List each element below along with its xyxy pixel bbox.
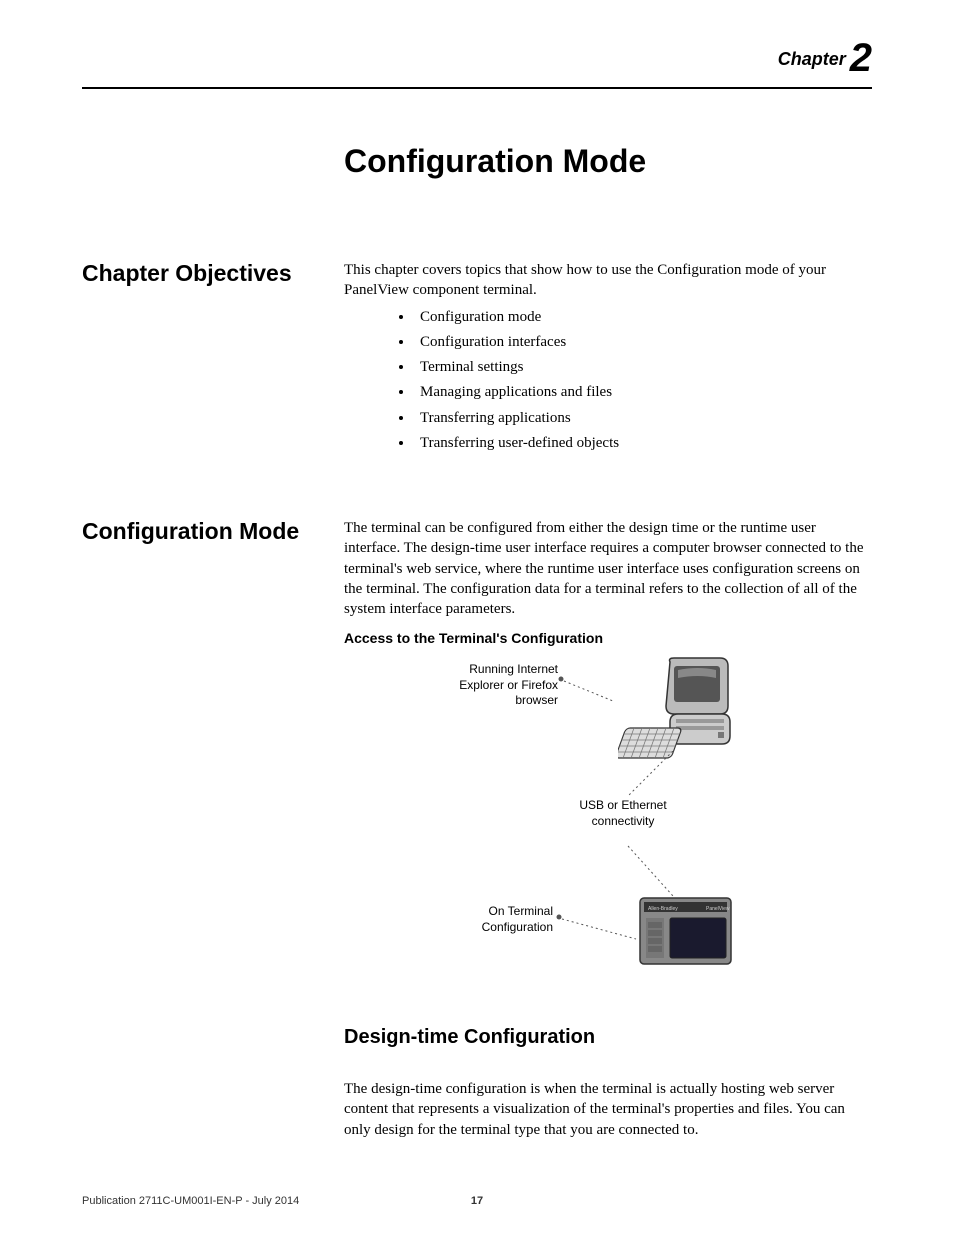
section-body-config: The terminal can be configured from eith… <box>344 518 872 996</box>
section-body-objectives: This chapter covers topics that show how… <box>344 260 872 458</box>
page-number: 17 <box>471 1195 483 1207</box>
section-heading-config: Configuration Mode <box>82 518 344 546</box>
list-item: Managing applications and files <box>414 382 872 402</box>
list-item: Configuration mode <box>414 307 872 327</box>
publication-id: Publication 2711C-UM001I-EN-P - July 201… <box>82 1195 299 1207</box>
computer-icon <box>618 656 738 766</box>
terminal-icon: Allen-Bradley PanelView <box>638 896 733 966</box>
svg-text:PanelView: PanelView <box>706 906 730 912</box>
svg-text:Allen-Bradley: Allen-Bradley <box>648 906 678 912</box>
config-paragraph: The terminal can be configured from eith… <box>344 518 872 619</box>
design-time-paragraph: The design-time configuration is when th… <box>344 1079 872 1140</box>
connection-line-icon <box>618 751 698 901</box>
list-item: Terminal settings <box>414 357 872 377</box>
list-item: Transferring user-defined objects <box>414 433 872 453</box>
list-item: Configuration interfaces <box>414 332 872 352</box>
section-objectives: Chapter Objectives This chapter covers t… <box>82 260 872 458</box>
dotted-leader-icon <box>556 914 641 944</box>
chapter-header: Chapter2 <box>82 36 872 81</box>
subsection-heading-design-time: Design-time Configuration <box>344 1026 872 1049</box>
diagram-title: Access to the Terminal's Configuration <box>344 629 872 648</box>
page-footer: Publication 2711C-UM001I-EN-P - July 201… <box>82 1195 872 1207</box>
diagram-label-terminal: On Terminal Configuration <box>458 904 553 935</box>
diagram-label-browser: Running Internet Explorer or Firefox bro… <box>438 662 558 709</box>
header-rule <box>82 87 872 89</box>
page: Chapter2 Configuration Mode Chapter Obje… <box>0 0 954 1235</box>
objectives-list: Configuration mode Configuration interfa… <box>344 307 872 454</box>
dotted-leader-icon <box>558 676 618 706</box>
section-heading-objectives: Chapter Objectives <box>82 260 344 288</box>
section-config-mode: Configuration Mode The terminal can be c… <box>82 518 872 996</box>
chapter-label: Chapter <box>778 49 846 69</box>
access-diagram: Running Internet Explorer or Firefox bro… <box>438 656 778 996</box>
page-title: Configuration Mode <box>344 143 872 180</box>
objectives-intro: This chapter covers topics that show how… <box>344 260 872 301</box>
list-item: Transferring applications <box>414 408 872 428</box>
chapter-number: 2 <box>850 36 872 80</box>
